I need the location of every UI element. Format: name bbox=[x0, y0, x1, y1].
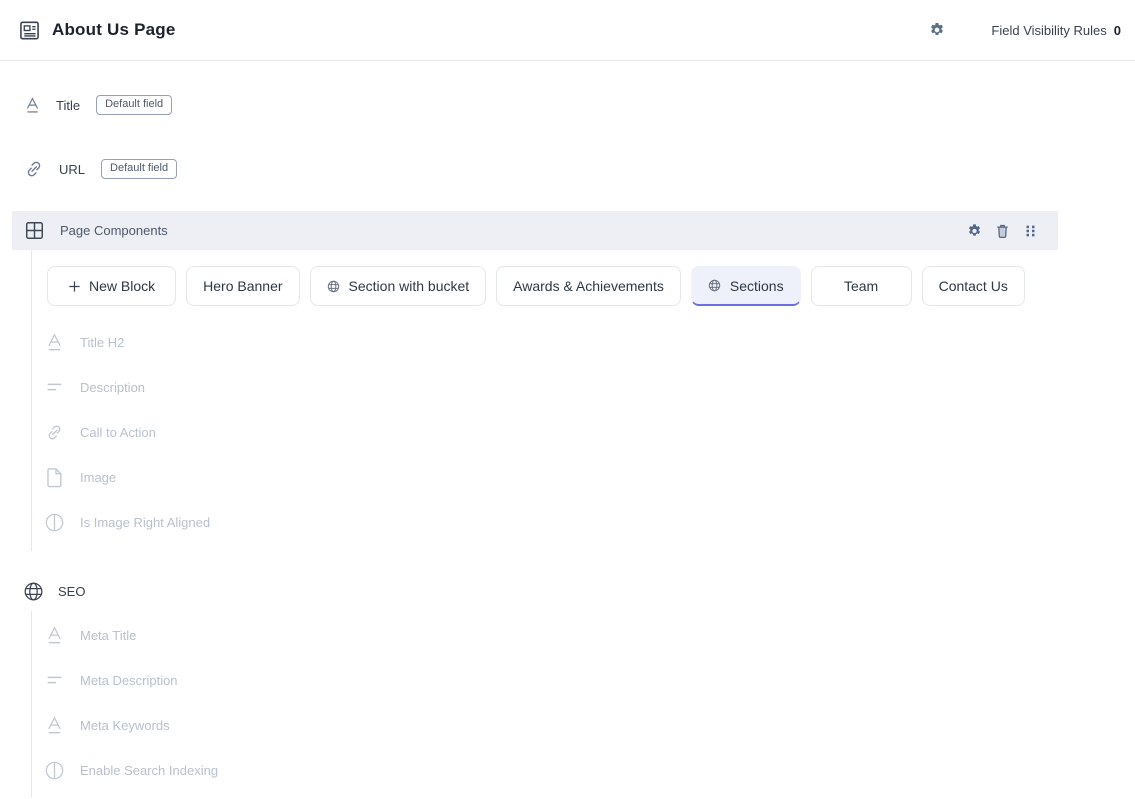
field-label: Title H2 bbox=[80, 335, 125, 350]
block-tab-label: Hero Banner bbox=[203, 278, 283, 294]
file-icon bbox=[45, 467, 64, 488]
globe-icon bbox=[23, 581, 44, 602]
field-row-url[interactable]: URL Default field bbox=[24, 153, 1135, 185]
field-label: Image bbox=[80, 470, 117, 485]
block-tab-label: Team bbox=[843, 278, 879, 294]
multiline-icon bbox=[45, 670, 64, 691]
field-row-image[interactable]: Image bbox=[45, 455, 1135, 500]
text-icon bbox=[24, 96, 41, 115]
block-tab-label: Section with bucket bbox=[348, 278, 470, 294]
block-tabs: New Block Hero Banner Section with bucket… bbox=[47, 266, 1135, 306]
link-icon bbox=[45, 422, 64, 443]
multiline-icon bbox=[45, 377, 64, 398]
content-type-settings-icon[interactable] bbox=[929, 22, 945, 38]
field-label: Meta Keywords bbox=[80, 718, 170, 733]
field-label: URL bbox=[59, 161, 86, 177]
plus-icon bbox=[68, 280, 81, 293]
field-row-is-image-right-aligned[interactable]: Is Image Right Aligned bbox=[45, 500, 1135, 545]
field-row-enable-search-indexing[interactable]: Enable Search Indexing bbox=[45, 748, 1135, 793]
block-tab-label: Sections bbox=[729, 277, 784, 294]
boolean-icon bbox=[45, 760, 64, 781]
page-title: About Us Page bbox=[52, 20, 176, 39]
field-visibility-rules-label: Field Visibility Rules bbox=[991, 22, 1107, 38]
block-tab-contact-us[interactable]: Contact Us bbox=[921, 266, 1025, 306]
block-tab-team[interactable]: Team bbox=[810, 266, 912, 306]
field-label: Call to Action bbox=[80, 425, 156, 440]
block-tab-section-with-bucket[interactable]: Section with bucket bbox=[309, 266, 487, 306]
drag-handle-icon[interactable] bbox=[1023, 223, 1038, 239]
page-header: About Us Page Field Visibility Rules 0 bbox=[0, 0, 1135, 61]
field-row-title-h2[interactable]: Title H2 bbox=[45, 320, 1135, 365]
seo-content: Meta Title Meta Description Meta Keywords E… bbox=[31, 611, 1135, 797]
block-tab-label: Contact Us bbox=[938, 278, 1008, 294]
page-components-content: New Block Hero Banner Section with bucket… bbox=[31, 250, 1135, 551]
field-row-title[interactable]: Title Default field bbox=[24, 89, 1135, 121]
text-icon bbox=[45, 715, 64, 736]
field-row-description[interactable]: Description bbox=[45, 365, 1135, 410]
block-tab-awards-achievements[interactable]: Awards & Achievements bbox=[496, 266, 681, 306]
boolean-icon bbox=[45, 512, 64, 533]
field-row-meta-keywords[interactable]: Meta Keywords bbox=[45, 703, 1135, 748]
new-block-label: New Block bbox=[89, 278, 156, 294]
field-label: Enable Search Indexing bbox=[80, 763, 219, 778]
globe-icon bbox=[708, 279, 721, 292]
selected-block-fields: Title H2 Description Call to Action Image Is… bbox=[45, 320, 1135, 545]
field-label: Is Image Right Aligned bbox=[80, 515, 211, 530]
field-label: Title bbox=[56, 97, 81, 113]
seo-label: SEO bbox=[58, 583, 86, 599]
field-label: Meta Description bbox=[80, 673, 178, 688]
field-label: Meta Title bbox=[80, 628, 137, 643]
field-visibility-rules-count: 0 bbox=[1113, 22, 1121, 38]
field-label: Description bbox=[80, 380, 146, 395]
default-field-badge: Default field bbox=[101, 158, 178, 180]
field-row-meta-title[interactable]: Meta Title bbox=[45, 613, 1135, 658]
trash-icon[interactable] bbox=[995, 223, 1010, 239]
content-type-icon bbox=[18, 19, 41, 42]
globe-icon bbox=[327, 280, 340, 293]
field-row-call-to-action[interactable]: Call to Action bbox=[45, 410, 1135, 455]
seo-group-row[interactable]: SEO bbox=[23, 571, 1135, 611]
new-block-button[interactable]: New Block bbox=[47, 266, 177, 306]
field-visibility-rules[interactable]: Field Visibility Rules 0 bbox=[991, 23, 1121, 38]
block-tab-label: Awards & Achievements bbox=[513, 278, 664, 294]
text-icon bbox=[45, 332, 64, 353]
default-field-badge: Default field bbox=[96, 94, 173, 116]
settings-icon[interactable] bbox=[967, 223, 982, 239]
field-row-meta-description[interactable]: Meta Description bbox=[45, 658, 1135, 703]
block-tab-hero-banner[interactable]: Hero Banner bbox=[186, 266, 300, 306]
page-components-bar: Page Components bbox=[12, 211, 1058, 250]
page-components-actions bbox=[967, 223, 1038, 239]
block-tab-sections[interactable]: Sections bbox=[690, 266, 801, 306]
text-icon bbox=[45, 625, 64, 646]
blocks-grid-icon bbox=[24, 220, 45, 241]
link-icon bbox=[24, 159, 44, 179]
page-components-label: Page Components bbox=[60, 223, 168, 238]
